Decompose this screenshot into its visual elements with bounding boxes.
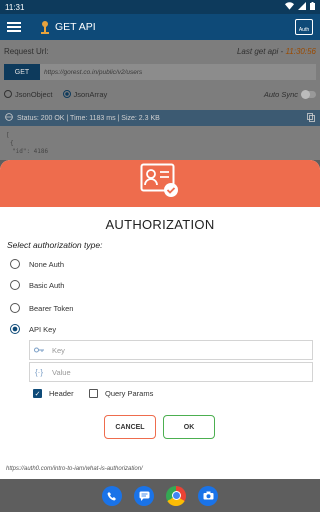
radio-dot [4, 90, 12, 98]
query-params-label: Query Params [105, 389, 154, 398]
status-icons [285, 2, 315, 12]
auth-button[interactable]: Auth [295, 19, 313, 35]
dialog-subtitle: Select authorization type: [7, 240, 103, 250]
copy-icon[interactable] [307, 112, 315, 124]
menu-icon[interactable] [7, 22, 21, 32]
auto-sync-label: Auto Sync [263, 89, 298, 99]
app-bar: GET API Auth [0, 14, 320, 40]
value-placeholder: Value [52, 367, 71, 377]
authorization-dialog: AUTHORIZATION Select authorization type:… [0, 160, 320, 479]
url-input[interactable]: https://gorest.co.in/public/v2/users [40, 64, 316, 80]
request-url-label: Request Url: [4, 47, 49, 56]
response-type-row: JsonObject JsonArray Auto Sync [4, 88, 316, 100]
dialog-header [0, 160, 320, 207]
response-body: [ { "id": 4186 [6, 132, 48, 156]
request-header-row: Request Url: Last get api - 11:30:56 [4, 47, 316, 56]
request-panel: Request Url: Last get api - 11:30:56 GET… [0, 40, 320, 160]
signal-icon [298, 2, 306, 12]
last-get-time: 11:30:56 [285, 47, 316, 56]
option-api-key[interactable]: API Key [10, 324, 56, 334]
auth-label: Auth [298, 27, 310, 33]
id-card-icon [140, 163, 180, 204]
value-input[interactable]: {·} Value [29, 362, 313, 382]
radio-dot-selected [62, 90, 71, 98]
status-bar: 11:31 [0, 0, 320, 14]
radio-button [10, 259, 20, 269]
phone-icon[interactable] [102, 485, 122, 506]
header-checkbox[interactable]: ✓ Header [33, 389, 74, 398]
option-basic-auth[interactable]: Basic Auth [10, 280, 64, 290]
chrome-icon[interactable] [166, 485, 186, 506]
query-params-checkbox[interactable]: Query Params [89, 389, 153, 398]
auto-sync-toggle[interactable] [301, 89, 316, 99]
option-label: Bearer Token [29, 303, 74, 313]
wifi-icon [285, 2, 294, 12]
json-array-label: JsonArray [73, 89, 108, 99]
option-label: None Auth [29, 259, 65, 269]
radio-button [10, 303, 20, 313]
response-status-text: Status: 200 OK | Time: 1183 ms | Size: 2… [17, 114, 160, 122]
code-line: { [10, 140, 14, 147]
messages-icon[interactable] [134, 485, 154, 506]
cancel-button[interactable]: CANCEL [104, 415, 156, 439]
checkbox-checked: ✓ [33, 389, 42, 398]
get-button[interactable]: GET [4, 64, 40, 80]
key-placeholder: Key [52, 345, 65, 355]
code-line: "id": 4186 [12, 148, 49, 155]
radio-button [10, 280, 20, 290]
radio-button-selected [10, 324, 20, 334]
status-time: 11:31 [5, 2, 25, 12]
last-get-info: Last get api - 11:30:56 [237, 47, 316, 56]
checkbox-unchecked [89, 389, 98, 398]
header-label: Header [49, 389, 74, 398]
braces-icon: {·} [34, 367, 43, 377]
code-line: [ [6, 132, 10, 139]
ok-button[interactable]: OK [163, 415, 215, 439]
info-link[interactable]: https://auth0.com/intro-to-iam/what-is-a… [6, 466, 143, 472]
dialog-title: AUTHORIZATION [105, 217, 215, 232]
screen: 11:31 GET API Auth Request Url: Last get… [0, 0, 320, 512]
app-title: GET API [55, 21, 96, 33]
key-icon [34, 346, 44, 355]
globe-icon [5, 113, 13, 123]
json-object-radio[interactable]: JsonObject [4, 90, 53, 99]
response-status-bar: Status: 200 OK | Time: 1183 ms | Size: 2… [0, 110, 320, 126]
nav-bar [0, 479, 320, 512]
option-none-auth[interactable]: None Auth [10, 259, 64, 269]
key-input[interactable]: Key [29, 340, 313, 360]
option-bearer-token[interactable]: Bearer Token [10, 303, 73, 313]
option-label: Basic Auth [29, 280, 65, 290]
auto-sync: Auto Sync [263, 89, 316, 99]
json-array-radio[interactable]: JsonArray [62, 89, 108, 99]
camera-icon[interactable] [198, 485, 218, 506]
app-logo-icon [39, 20, 51, 34]
json-object-label: JsonObject [15, 89, 53, 99]
option-label: API Key [29, 324, 57, 334]
last-get-label: Last get api - [236, 47, 286, 56]
battery-icon [310, 2, 315, 12]
